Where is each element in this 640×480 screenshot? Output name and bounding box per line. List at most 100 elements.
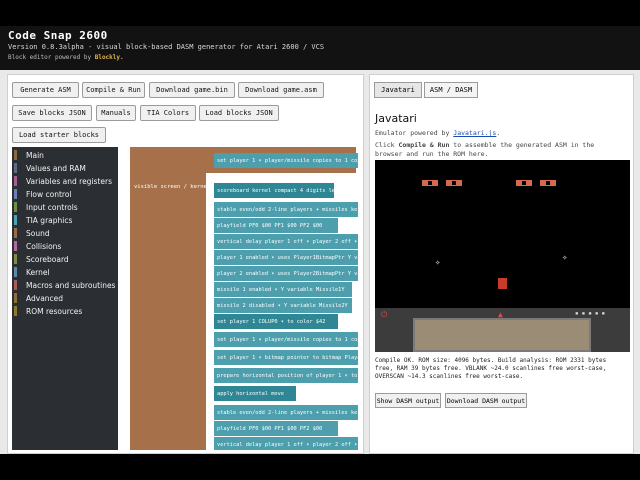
load-starter-button[interactable]: Load starter blocks bbox=[12, 127, 106, 143]
workspace-block[interactable]: set player 1 ▾ bitmap pointer to bitmap … bbox=[214, 350, 358, 365]
app-subtitle: Version 0.8.3alpha - visual block-based … bbox=[8, 43, 325, 51]
main-area: Generate ASM Compile & Run Download game… bbox=[0, 70, 640, 454]
javatari-link[interactable]: Javatari.js bbox=[453, 129, 496, 137]
category-input[interactable]: Input controls bbox=[12, 201, 118, 213]
workspace-block[interactable]: missile 1 enabled ▾ Y variable Missile1Y bbox=[214, 282, 352, 297]
category-label: Flow control bbox=[26, 189, 72, 199]
category-label: Main bbox=[26, 150, 44, 160]
workspace-block[interactable]: vertical delay player 1 off ▾ player 2 o… bbox=[214, 234, 358, 249]
compile-run-button[interactable]: Compile & Run bbox=[82, 82, 145, 98]
workspace-block[interactable]: missile 2 disabled ▾ Y variable Missile2… bbox=[214, 298, 352, 313]
block-workspace[interactable]: visible screen / kernel set player 1 ▾ p… bbox=[120, 147, 358, 450]
generate-asm-button[interactable]: Generate ASM bbox=[12, 82, 79, 98]
download-asm-button[interactable]: Download game.asm bbox=[238, 82, 324, 98]
tia-colors-button[interactable]: TIA Colors bbox=[140, 105, 196, 121]
emulator-heading: Javatari bbox=[375, 112, 417, 125]
score-digit bbox=[516, 180, 532, 186]
category-flow[interactable]: Flow control bbox=[12, 188, 118, 200]
emulator-controls-icons[interactable]: ▪▪▪▪▪ bbox=[575, 310, 608, 317]
tab-asm-dasm[interactable]: ASM / DASM bbox=[424, 82, 478, 98]
workspace-block[interactable]: stable even/odd 2-line players + missile… bbox=[214, 202, 358, 217]
enemy-sprite: ✧ bbox=[562, 253, 568, 263]
category-swatch bbox=[14, 267, 17, 277]
category-label: Input controls bbox=[26, 202, 78, 212]
score-digit bbox=[446, 180, 462, 186]
main-block[interactable] bbox=[130, 147, 206, 450]
app-title: Code Snap 2600 bbox=[8, 29, 108, 42]
emulator-credit-prefix: Emulator powered by bbox=[375, 129, 450, 137]
download-dasm-button[interactable]: Download DASM output bbox=[445, 393, 527, 408]
power-icon[interactable]: ⏻ bbox=[381, 310, 387, 320]
category-swatch bbox=[14, 228, 17, 238]
category-swatch bbox=[14, 293, 17, 303]
category-macros[interactable]: Macros and subroutines bbox=[12, 279, 118, 291]
category-swatch bbox=[14, 163, 17, 173]
workspace-block[interactable]: player 2 enabled ▾ uses Player2BitmapPtr… bbox=[214, 266, 358, 281]
category-advanced[interactable]: Advanced bbox=[12, 292, 118, 304]
app-header: Code Snap 2600 Version 0.8.3alpha - visu… bbox=[0, 26, 640, 70]
category-rom-resources[interactable]: ROM resources bbox=[12, 305, 118, 317]
workspace-block[interactable]: set player 1 COLUP0 ▾ to color $42 bbox=[214, 314, 338, 329]
category-scoreboard[interactable]: Scoreboard bbox=[12, 253, 118, 265]
editor-panel: Generate ASM Compile & Run Download game… bbox=[7, 74, 364, 454]
category-swatch bbox=[14, 189, 17, 199]
category-main[interactable]: Main bbox=[12, 149, 118, 161]
player-sprite: ✧ bbox=[435, 258, 441, 268]
category-label: Values and RAM bbox=[26, 163, 86, 173]
build-status: Compile OK. ROM size: 4096 bytes. Build … bbox=[375, 357, 607, 380]
category-swatch bbox=[14, 150, 17, 160]
block-toolbox: Main Values and RAM Variables and regist… bbox=[12, 147, 118, 450]
category-variables[interactable]: Variables and registers bbox=[12, 175, 118, 187]
category-label: Collisions bbox=[26, 241, 62, 251]
show-dasm-button[interactable]: Show DASM output bbox=[375, 393, 441, 408]
desc-prefix: Click bbox=[375, 141, 395, 149]
category-swatch bbox=[14, 280, 17, 290]
save-blocks-button[interactable]: Save blocks JSON bbox=[12, 105, 92, 121]
workspace-block[interactable]: apply horizontal move bbox=[214, 386, 296, 401]
credit-prefix: Block editor powered by bbox=[8, 54, 92, 61]
category-label: Macros and subroutines bbox=[26, 280, 116, 290]
category-label: Scoreboard bbox=[26, 254, 69, 264]
category-label: TIA graphics bbox=[26, 215, 73, 225]
category-label: Kernel bbox=[26, 267, 50, 277]
manuals-button[interactable]: Manuals bbox=[96, 105, 136, 121]
category-collisions[interactable]: Collisions bbox=[12, 240, 118, 252]
category-kernel[interactable]: Kernel bbox=[12, 266, 118, 278]
load-blocks-button[interactable]: Load blocks JSON bbox=[199, 105, 279, 121]
category-values-ram[interactable]: Values and RAM bbox=[12, 162, 118, 174]
emulator-credit: Emulator powered by Javatari.js. bbox=[375, 129, 500, 137]
score-digit bbox=[422, 180, 438, 186]
category-swatch bbox=[14, 306, 17, 316]
ship-sprite bbox=[498, 278, 507, 289]
workspace-block[interactable]: set player 1 ▾ player/missile copies to … bbox=[214, 153, 358, 168]
workspace-block[interactable]: prepare horizontal position of player 1 … bbox=[214, 368, 358, 383]
workspace-block[interactable]: stable even/odd 2-line players + missile… bbox=[214, 405, 358, 420]
category-tia-graphics[interactable]: TIA graphics bbox=[12, 214, 118, 226]
workspace-block[interactable]: playfield PF0 $00 PF1 $00 PF2 $00 bbox=[214, 218, 338, 233]
main-block-label: visible screen / kernel bbox=[134, 184, 211, 190]
credit-brand: Blockly. bbox=[94, 54, 124, 61]
category-swatch bbox=[14, 202, 17, 212]
category-label: Variables and registers bbox=[26, 176, 112, 186]
emulator-description: Click Compile & Run to assemble the gene… bbox=[375, 141, 625, 159]
category-swatch bbox=[14, 215, 17, 225]
category-swatch bbox=[14, 176, 17, 186]
emulator-screen[interactable]: ✧ ✧ ⏻ ▲ ▪▪▪▪▪ bbox=[375, 160, 630, 352]
workspace-block[interactable]: playfield PF0 $00 PF1 $00 PF2 $00 bbox=[214, 421, 338, 436]
app-credit: Block editor powered by Blockly. bbox=[8, 54, 124, 61]
workspace-block[interactable]: scoreboard kernel compact 4 digits left bbox=[214, 183, 334, 198]
category-label: ROM resources bbox=[26, 306, 83, 316]
download-bin-button[interactable]: Download game.bin bbox=[149, 82, 235, 98]
desc-bold: Compile & Run bbox=[398, 141, 450, 149]
workspace-block[interactable]: set player 1 ▾ player/missile copies to … bbox=[214, 332, 358, 347]
console-switches[interactable] bbox=[415, 320, 589, 350]
workspace-block[interactable]: player 1 enabled ▾ uses Player1BitmapPtr… bbox=[214, 250, 358, 265]
emulator-credit-suffix: . bbox=[496, 129, 501, 137]
category-sound[interactable]: Sound bbox=[12, 227, 118, 239]
category-label: Sound bbox=[26, 228, 50, 238]
category-swatch bbox=[14, 254, 17, 264]
score-digit bbox=[540, 180, 556, 186]
tab-javatari[interactable]: Javatari bbox=[374, 82, 422, 98]
workspace-block[interactable]: vertical delay player 1 off ▾ player 2 o… bbox=[214, 437, 358, 450]
category-label: Advanced bbox=[26, 293, 64, 303]
